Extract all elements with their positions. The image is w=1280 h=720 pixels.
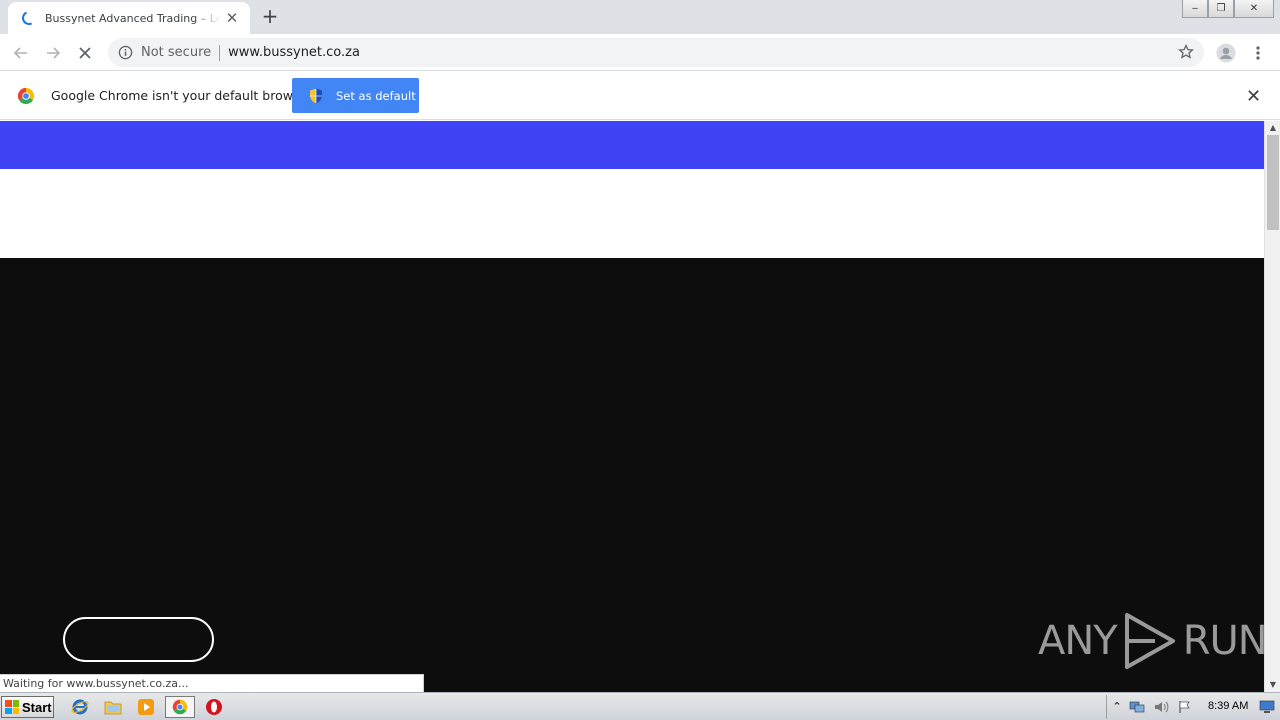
arrow-left-icon bbox=[13, 47, 27, 59]
back-button[interactable] bbox=[8, 40, 34, 66]
start-button[interactable]: Start bbox=[1, 696, 54, 718]
uac-shield-icon bbox=[310, 88, 322, 103]
volume-icon[interactable] bbox=[1153, 700, 1169, 716]
browser-toolbar: Not secure www.bussynet.co.za bbox=[0, 34, 1280, 71]
ie-logo-icon bbox=[71, 699, 89, 715]
close-icon: ✕ bbox=[1249, 3, 1259, 14]
watermark-any: ANY bbox=[1038, 618, 1118, 664]
play-triangle-icon bbox=[1124, 613, 1175, 669]
restore-button[interactable]: ❐ bbox=[1208, 0, 1234, 18]
page-scrollbar[interactable]: ▲ ▼ bbox=[1264, 121, 1280, 692]
show-desktop-button[interactable] bbox=[1259, 696, 1277, 718]
internet-explorer-icon[interactable] bbox=[70, 697, 90, 717]
menu-button[interactable] bbox=[1245, 40, 1271, 66]
scroll-down-icon[interactable]: ▼ bbox=[1265, 678, 1280, 692]
status-bubble: Waiting for www.bussynet.co.za... bbox=[0, 674, 424, 692]
infobar-message: Google Chrome isn't your default browser bbox=[51, 88, 313, 103]
browser-tab[interactable]: Bussynet Advanced Trading – Leading ✕ bbox=[8, 2, 250, 34]
taskbar-clock[interactable]: 8:39 AM bbox=[1208, 700, 1248, 712]
action-center-flag-icon[interactable] bbox=[1177, 700, 1193, 716]
media-player-icon[interactable] bbox=[136, 697, 156, 717]
address-bar[interactable]: Not secure www.bussynet.co.za bbox=[108, 38, 1204, 67]
hero-cta-button[interactable] bbox=[63, 617, 214, 662]
watermark-run: RUN bbox=[1182, 618, 1264, 664]
scroll-up-icon[interactable]: ▲ bbox=[1265, 121, 1280, 135]
new-tab-button[interactable]: + bbox=[258, 5, 282, 29]
start-label: Start bbox=[22, 699, 52, 715]
opera-logo-icon bbox=[206, 699, 222, 715]
chrome-icon bbox=[172, 699, 188, 715]
page-viewport: ANY RUN bbox=[0, 121, 1264, 692]
scroll-thumb[interactable] bbox=[1267, 135, 1279, 230]
folder-icon bbox=[104, 701, 122, 715]
security-label: Not secure bbox=[141, 45, 212, 60]
default-browser-infobar: Google Chrome isn't your default browser… bbox=[0, 72, 1280, 120]
profile-button[interactable] bbox=[1213, 40, 1239, 66]
chrome-logo-icon bbox=[17, 87, 35, 105]
url-text[interactable]: www.bussynet.co.za bbox=[228, 45, 360, 60]
site-header-band bbox=[0, 121, 1264, 169]
close-window-button[interactable]: ✕ bbox=[1234, 0, 1274, 18]
tray-expand-icon[interactable]: ⌃ bbox=[1109, 700, 1125, 716]
stop-loading-button[interactable] bbox=[72, 40, 98, 66]
chrome-taskbar-button[interactable] bbox=[165, 696, 195, 718]
windows-taskbar: Start ⌃ 8:39 AM bbox=[0, 692, 1280, 720]
avatar-icon bbox=[1216, 43, 1236, 63]
network-icon[interactable] bbox=[1129, 700, 1145, 716]
restore-icon: ❐ bbox=[1216, 3, 1226, 14]
minimize-button[interactable]: ‒ bbox=[1182, 0, 1208, 18]
opera-icon[interactable] bbox=[204, 697, 224, 717]
play-icon bbox=[138, 699, 154, 715]
infobar-close-icon[interactable]: ✕ bbox=[1246, 86, 1261, 107]
info-icon[interactable] bbox=[118, 45, 133, 60]
tab-close-icon[interactable]: ✕ bbox=[224, 9, 240, 27]
loading-spinner-icon bbox=[20, 9, 38, 27]
tab-title: Bussynet Advanced Trading – Leading bbox=[45, 11, 220, 25]
stop-x-icon bbox=[79, 47, 91, 59]
site-navbar-area bbox=[0, 169, 1264, 258]
windows-flag-icon bbox=[5, 700, 19, 714]
arrow-right-icon bbox=[47, 47, 61, 59]
bookmark-star-icon[interactable] bbox=[1178, 44, 1194, 60]
omnibox-divider bbox=[219, 44, 221, 61]
more-vert-icon bbox=[1256, 46, 1260, 60]
set-as-default-button[interactable]: Set as default bbox=[292, 78, 419, 113]
set-as-default-label: Set as default bbox=[336, 88, 416, 103]
file-explorer-icon[interactable] bbox=[103, 697, 123, 717]
anyrun-watermark: ANY RUN bbox=[1038, 609, 1264, 673]
monitor-icon bbox=[1259, 700, 1275, 713]
forward-button[interactable] bbox=[40, 40, 66, 66]
minimize-icon: ‒ bbox=[1191, 3, 1199, 14]
tab-strip: Bussynet Advanced Trading – Leading ✕ + … bbox=[0, 0, 1280, 34]
